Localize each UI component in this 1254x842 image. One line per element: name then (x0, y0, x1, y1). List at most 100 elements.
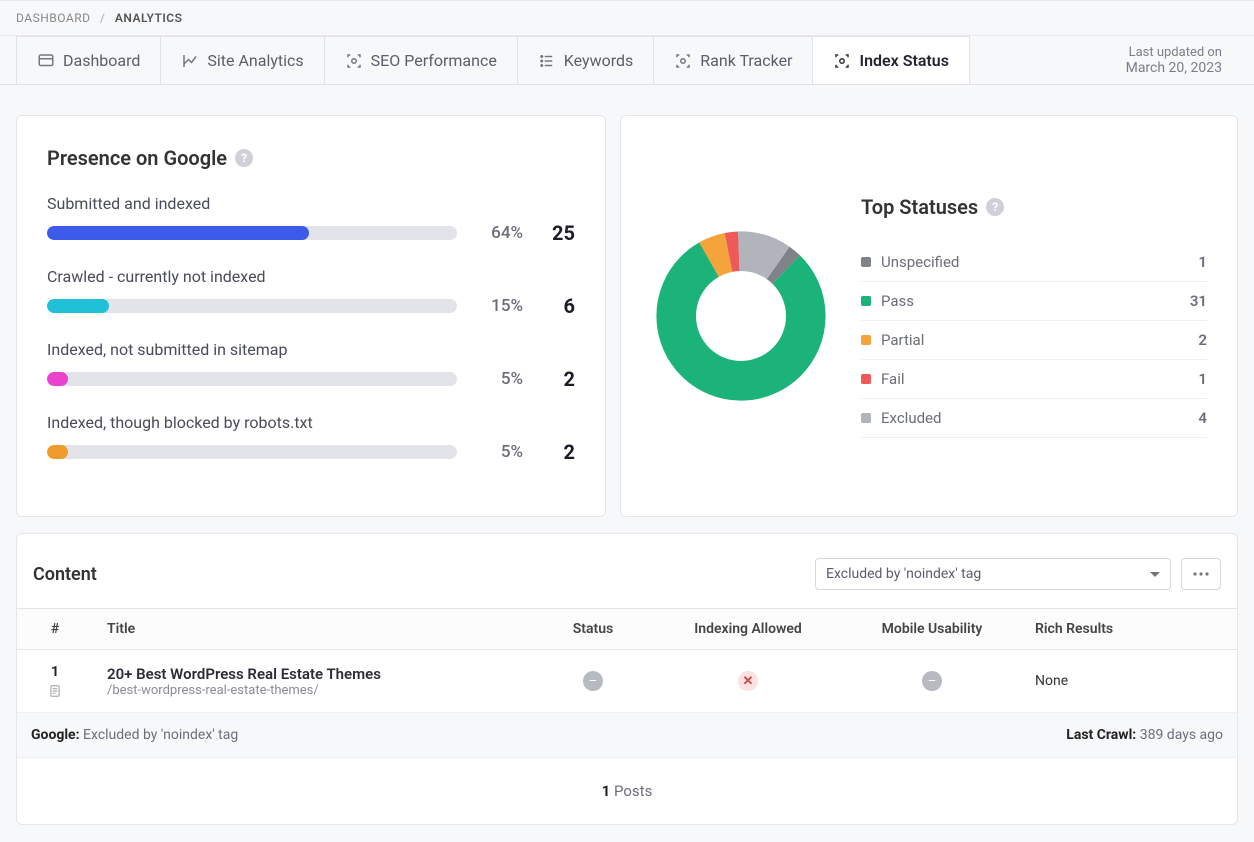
presence-metric-pct: 5% (475, 369, 523, 389)
status-dot (861, 374, 871, 384)
bar-fill (47, 445, 68, 459)
status-dot (861, 335, 871, 345)
page-icon (48, 684, 62, 698)
presence-metric: Indexed, not submitted in sitemap 5% 2 (47, 340, 575, 391)
last-crawl-value: 389 days ago (1140, 727, 1223, 743)
status-name: Fail (881, 370, 1188, 388)
content-title: Content (33, 564, 97, 585)
status-count: 31 (1190, 292, 1207, 310)
row-path: /best-wordpress-real-estate-themes/ (107, 683, 519, 698)
content-header: Content Excluded by 'noindex' tag (17, 534, 1237, 608)
bar-fill (47, 226, 309, 240)
chart-icon (181, 52, 199, 70)
status-count: 2 (1198, 331, 1207, 349)
presence-metric-pct: 5% (475, 442, 523, 462)
tab-site-analytics-label: Site Analytics (207, 51, 303, 70)
tab-seo-performance[interactable]: SEO Performance (324, 36, 518, 84)
tab-rank-tracker-label: Rank Tracker (700, 51, 792, 70)
tab-site-analytics[interactable]: Site Analytics (160, 36, 324, 84)
status-name: Unspecified (881, 253, 1188, 271)
presence-metric-val: 6 (541, 294, 575, 318)
posts-footer: 1 Posts (17, 758, 1237, 824)
table-row[interactable]: 1 20+ Best WordPress Real Estate Themes … (17, 650, 1237, 713)
status-name: Pass (881, 292, 1180, 310)
presence-metric: Crawled - currently not indexed15%6 (47, 267, 575, 318)
presence-metric-label: Indexed, not submitted in sitemap (47, 340, 575, 359)
row-title: 20+ Best WordPress Real Estate Themes (107, 665, 519, 683)
tab-index-status[interactable]: Index Status (812, 36, 970, 84)
minus-icon: – (922, 671, 942, 691)
help-icon[interactable]: ? (235, 149, 253, 167)
posts-count: 1 (602, 782, 611, 800)
status-row: Unspecified 1 (861, 243, 1207, 282)
bar-track (47, 372, 457, 386)
bar-fill (47, 299, 109, 313)
bar-fill (47, 372, 68, 386)
status-row: Fail 1 (861, 360, 1207, 399)
breadcrumb-dashboard[interactable]: DASHBOARD (16, 11, 90, 25)
breadcrumb-current: ANALYTICS (115, 11, 183, 25)
presence-metric-pct: 64% (475, 223, 523, 243)
google-label: Google: (31, 727, 80, 743)
status-count: 1 (1198, 370, 1207, 388)
presence-metric: Submitted and indexed64%25 (47, 194, 575, 245)
x-icon: ✕ (738, 671, 758, 691)
scan-icon (833, 52, 851, 70)
help-icon[interactable]: ? (986, 198, 1004, 216)
posts-label: Posts (614, 782, 652, 800)
status-dot (861, 413, 871, 423)
tab-dashboard-label: Dashboard (63, 51, 140, 70)
last-updated-label: Last updated on (1129, 45, 1222, 60)
status-dot (861, 257, 871, 267)
tab-dashboard[interactable]: Dashboard (16, 36, 161, 84)
content-card: Content Excluded by 'noindex' tag # Titl… (16, 533, 1238, 825)
tab-rank-tracker[interactable]: Rank Tracker (653, 36, 813, 84)
status-row: Pass 31 (861, 282, 1207, 321)
presence-metric-label: Indexed, though blocked by robots.txt (47, 413, 575, 432)
list-icon (538, 52, 556, 70)
presence-metric-val: 2 (541, 440, 575, 464)
presence-metric-val: 2 (541, 367, 575, 391)
top-statuses-title-text: Top Statuses (861, 195, 978, 219)
filter-select[interactable]: Excluded by 'noindex' tag (815, 558, 1171, 590)
tab-keywords[interactable]: Keywords (517, 36, 655, 84)
presence-metric-label: Submitted and indexed (47, 194, 575, 213)
minus-icon: – (583, 671, 603, 691)
breadcrumb-sep: / (100, 11, 105, 25)
donut-chart (651, 226, 831, 406)
col-status[interactable]: Status (533, 609, 653, 650)
row-rich: None (1021, 650, 1237, 713)
status-count: 4 (1198, 409, 1207, 427)
bar-track (47, 226, 457, 240)
tab-seo-performance-label: SEO Performance (371, 51, 497, 70)
target-icon (674, 52, 692, 70)
status-name: Excluded (881, 409, 1188, 427)
col-idx[interactable]: # (17, 609, 93, 650)
presence-title: Presence on Google ? (47, 146, 575, 170)
tab-keywords-label: Keywords (564, 51, 634, 70)
presence-title-text: Presence on Google (47, 146, 227, 170)
row-index-cell: 1 (31, 664, 79, 698)
tab-index-status-label: Index Status (859, 51, 949, 70)
status-name: Partial (881, 331, 1188, 349)
scan-icon (345, 52, 363, 70)
dashboard-icon (37, 52, 55, 70)
tabbar: Dashboard Site Analytics SEO Performance… (0, 36, 1254, 85)
last-updated: Last updated on March 20, 2023 (1126, 36, 1254, 84)
col-title[interactable]: Title (93, 609, 533, 650)
status-row: Partial 2 (861, 321, 1207, 360)
bar-track (47, 299, 457, 313)
more-actions-button[interactable] (1181, 558, 1221, 590)
breadcrumb: DASHBOARD / ANALYTICS (0, 0, 1254, 36)
presence-metric: Indexed, though blocked by robots.txt 5% 2 (47, 413, 575, 464)
status-count: 1 (1198, 253, 1207, 271)
col-indexing[interactable]: Indexing Allowed (653, 609, 843, 650)
card-top-statuses: Top Statuses ? Unspecified 1 Pass 31 Partial… (620, 115, 1238, 517)
col-mobile[interactable]: Mobile Usability (843, 609, 1021, 650)
ellipsis-icon (1192, 571, 1210, 577)
bar-track (47, 445, 457, 459)
last-crawl-label: Last Crawl: (1066, 727, 1136, 743)
col-rich[interactable]: Rich Results (1021, 609, 1237, 650)
presence-metric-label: Crawled - currently not indexed (47, 267, 575, 286)
filter-select-value: Excluded by 'noindex' tag (826, 566, 981, 582)
